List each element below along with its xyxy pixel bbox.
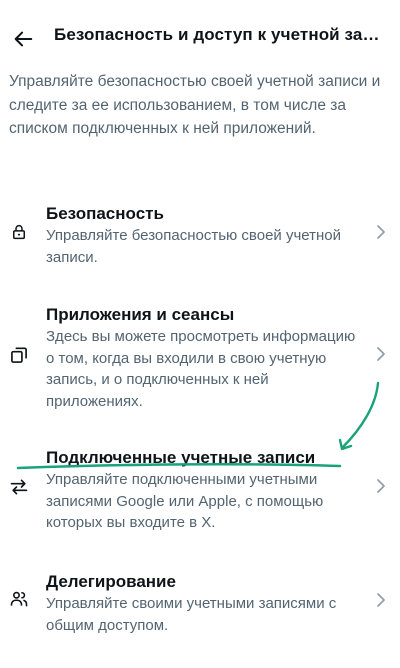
- arrow-left-icon: [14, 31, 33, 47]
- menu-item-description: Здесь вы можете просмотреть информацию о…: [46, 328, 356, 410]
- page-title: Безопасность и доступ к учетной записи: [54, 25, 384, 44]
- intro-text: Управляйте безопасностью своей учетной з…: [9, 73, 381, 137]
- swap-arrows-icon: [8, 476, 30, 498]
- menu-item-title: Приложения и сеансы: [46, 305, 235, 324]
- people-icon: [8, 588, 30, 610]
- menu-item-description: Управляйте безопасностью своей учетной з…: [46, 227, 341, 266]
- menu-item-title: Безопасность: [46, 204, 164, 223]
- menu-item-title: Подключенные учетные записи: [46, 448, 316, 467]
- menu-item-description: Управляйте подключенными учетными запися…: [46, 471, 324, 531]
- chevron-right-icon: [374, 591, 388, 609]
- lock-icon: [8, 221, 30, 243]
- chevron-right-icon: [374, 477, 388, 495]
- chevron-right-icon: [374, 223, 388, 241]
- menu-item-connected-accounts[interactable]: Подключенные учетные записи Управляйте п…: [0, 447, 400, 531]
- back-button[interactable]: [8, 24, 38, 54]
- copy-windows-icon: [8, 344, 30, 366]
- menu-item-security[interactable]: Безопасность Управляйте безопасностью св…: [0, 203, 400, 267]
- top-app-bar: Безопасность и доступ к учетной записи: [0, 0, 400, 76]
- chevron-right-icon: [374, 345, 388, 363]
- menu-item-apps-sessions[interactable]: Приложения и сеансы Здесь вы можете прос…: [0, 304, 400, 410]
- menu-item-title: Делегирование: [46, 572, 176, 591]
- menu-item-description: Управляйте своими учетными записями с об…: [46, 595, 337, 634]
- menu-item-delegation[interactable]: Делегирование Управляйте своими учетными…: [0, 571, 400, 635]
